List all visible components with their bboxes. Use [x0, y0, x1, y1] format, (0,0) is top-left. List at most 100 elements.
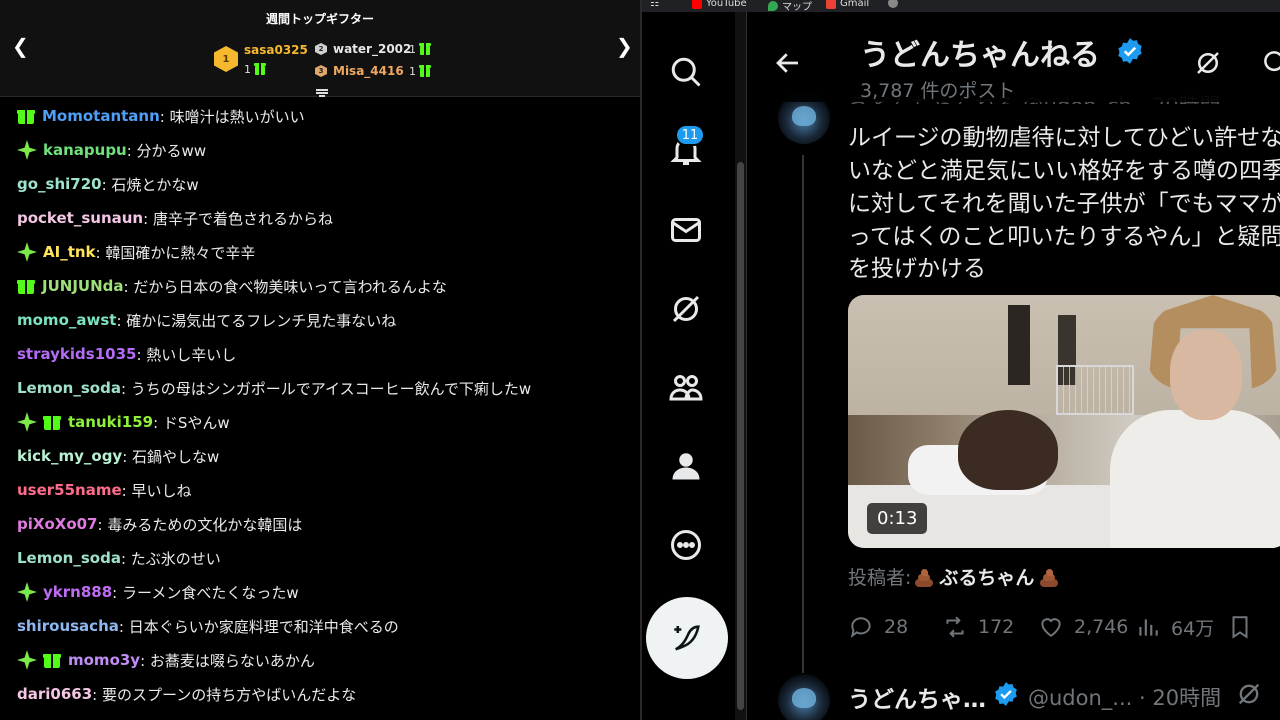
- feather-icon: [674, 625, 700, 651]
- chat-text: : ドSやんw: [153, 413, 230, 432]
- bookmark-icon: [1232, 616, 1248, 639]
- chat-username[interactable]: kick_my_ogy: [17, 447, 122, 465]
- gift-icon: [418, 42, 431, 55]
- chat-text: : うちの母はシンガポールでアイスコーヒー飲んで下痢したw: [120, 379, 532, 398]
- back-arrow-icon[interactable]: [773, 48, 803, 78]
- chat-text: : お蕎麦は啜らないあかん: [140, 651, 315, 670]
- bookmark-gmail[interactable]: Gmail: [826, 0, 869, 9]
- rank-3-badge: 3: [315, 65, 327, 77]
- tweet-author-name[interactable]: うどんちゃ…: [848, 680, 986, 714]
- like-button[interactable]: 2,746: [1038, 612, 1128, 642]
- chat-message: user55name: 早いしね: [17, 473, 191, 507]
- profile-name: うどんちゃんねる: [860, 38, 1100, 73]
- chat-username[interactable]: Lemon_soda: [17, 549, 121, 567]
- repost-icon: [946, 616, 964, 638]
- thread-line: [802, 155, 804, 673]
- chat-username[interactable]: momo3y: [68, 651, 140, 669]
- chat-message: kanapupu: 分かるww: [17, 133, 206, 167]
- gift-badge-icon: [17, 278, 35, 294]
- search-icon[interactable]: [668, 54, 704, 90]
- chat-username[interactable]: Lemon_soda: [17, 379, 121, 397]
- gifter-1-name[interactable]: sasa0325: [244, 43, 308, 57]
- chat-text: : 日本ぐらいか家庭料理で和洋中食べるの: [118, 617, 399, 636]
- chat-text: : 要のスプーンの持ち方やばいんだよな: [92, 685, 357, 704]
- chat-message: momo_awst: 確かに湯気出てるフレンチ見た事ないね: [17, 303, 396, 337]
- chat-username[interactable]: JUNJUNda: [42, 277, 124, 295]
- chat-username[interactable]: pocket_sunaun: [17, 209, 143, 227]
- gift-badge-icon: [43, 652, 61, 668]
- chat-username[interactable]: user55name: [17, 481, 122, 499]
- gift-badge-icon: [17, 108, 35, 124]
- sparkle-badge-icon: [17, 140, 37, 160]
- chat-message-list: Momotantann: 味噌汁は熱いがいい kanapupu: 分かるww go_…: [0, 98, 640, 720]
- verified-badge-icon: [993, 681, 1019, 707]
- gifter-2-count: 1: [409, 42, 431, 56]
- chat-text: : 早いしね: [121, 481, 192, 500]
- communities-icon[interactable]: [668, 369, 704, 405]
- chat-text: : 分かるww: [126, 141, 207, 160]
- grok-icon[interactable]: [1235, 680, 1263, 708]
- sparkle-badge-icon: [17, 412, 37, 432]
- avatar[interactable]: [778, 674, 830, 720]
- chat-text: : たぶ氷のせい: [120, 549, 221, 568]
- repost-button[interactable]: 172: [942, 612, 1014, 642]
- reply-button[interactable]: 28: [848, 612, 908, 642]
- gifter-3-name[interactable]: Misa_4416: [333, 64, 404, 78]
- gift-badge-icon: [43, 414, 61, 430]
- more-icon[interactable]: [668, 527, 704, 563]
- chat-message: ykrn888: ラーメン食べたくなったw: [17, 575, 299, 609]
- bookmark-extra[interactable]: [888, 0, 898, 8]
- chat-username[interactable]: AI_tnk: [43, 243, 96, 261]
- chat-text: : 確かに湯気出てるフレンチ見た事ないね: [116, 311, 397, 330]
- rank-1-badge: 1: [214, 46, 238, 72]
- chat-username[interactable]: ykrn888: [43, 583, 112, 601]
- chat-message: pocket_sunaun: 唐辛子で着色されるからね: [17, 201, 333, 235]
- live-chat-panel: 週間トップギフター ❮ ❯ 1 sasa0325 1 2 water_2002 …: [0, 0, 642, 720]
- chat-message: Lemon_soda: うちの母はシンガポールでアイスコーヒー飲んで下痢したw: [17, 371, 531, 405]
- reply-icon: [850, 617, 871, 638]
- chat-username[interactable]: straykids1035: [17, 345, 136, 363]
- mail-icon[interactable]: [668, 212, 704, 248]
- bookmark-button[interactable]: [1227, 612, 1253, 642]
- post-count: 3,787 件のポスト: [860, 80, 1016, 102]
- chat-username[interactable]: kanapupu: [43, 141, 127, 159]
- tweet-author-handle[interactable]: @udon_... · 20時間: [1028, 682, 1221, 712]
- grok-icon[interactable]: [1193, 48, 1223, 78]
- chat-username[interactable]: dari0663: [17, 685, 92, 703]
- chevron-right-icon[interactable]: ❯: [616, 36, 633, 56]
- views-button[interactable]: 64万: [1135, 612, 1214, 642]
- tweet-text-line: いなどと満足気にいい格好をする噂の四季: [848, 158, 1280, 184]
- chat-username[interactable]: momo_awst: [17, 311, 116, 329]
- chat-message: dari0663: 要のスプーンの持ち方やばいんだよな: [17, 677, 356, 711]
- chat-username[interactable]: shirousacha: [17, 617, 119, 635]
- chat-username[interactable]: piXoXo07: [17, 515, 98, 533]
- gifter-2-name[interactable]: water_2002: [333, 42, 411, 56]
- profile-icon[interactable]: [668, 448, 704, 484]
- chat-username[interactable]: go_shi720: [17, 175, 102, 193]
- credit-name: ぶるちゃん: [939, 567, 1035, 589]
- chat-username[interactable]: Momotantann: [42, 107, 160, 125]
- bookmark-youtube[interactable]: YouTube: [692, 0, 747, 9]
- x-nav-sidebar: 11: [642, 12, 746, 720]
- verified-badge-icon: [1116, 37, 1144, 65]
- gmail-icon: [826, 0, 836, 9]
- globe-icon: [888, 0, 898, 8]
- compose-post-button[interactable]: [646, 597, 728, 679]
- chat-text: : ラーメン食べたくなったw: [112, 583, 299, 602]
- chevron-left-icon[interactable]: ❮: [12, 36, 29, 56]
- scrollbar-thumb[interactable]: [737, 162, 744, 710]
- bookmark-maps[interactable]: マップ: [768, 0, 812, 12]
- poop-emoji-icon: [1038, 566, 1060, 588]
- gift-icon: [253, 62, 266, 75]
- apps-grid-icon[interactable]: ☷: [650, 0, 659, 9]
- chat-username[interactable]: tanuki159: [68, 413, 153, 431]
- chat-text: : 熱いし辛いし: [136, 345, 237, 364]
- search-icon[interactable]: [1261, 48, 1280, 78]
- chat-text: : 唐辛子で着色されるからね: [143, 209, 333, 228]
- tweet-text-line: に対してそれを聞いた子供が「でもママが: [848, 191, 1280, 217]
- grok-icon[interactable]: [668, 291, 704, 327]
- gift-icon: [418, 64, 431, 77]
- scrollbar[interactable]: [735, 12, 746, 720]
- maps-icon: [768, 0, 778, 11]
- tweet-text-line: を投げかける: [848, 256, 986, 282]
